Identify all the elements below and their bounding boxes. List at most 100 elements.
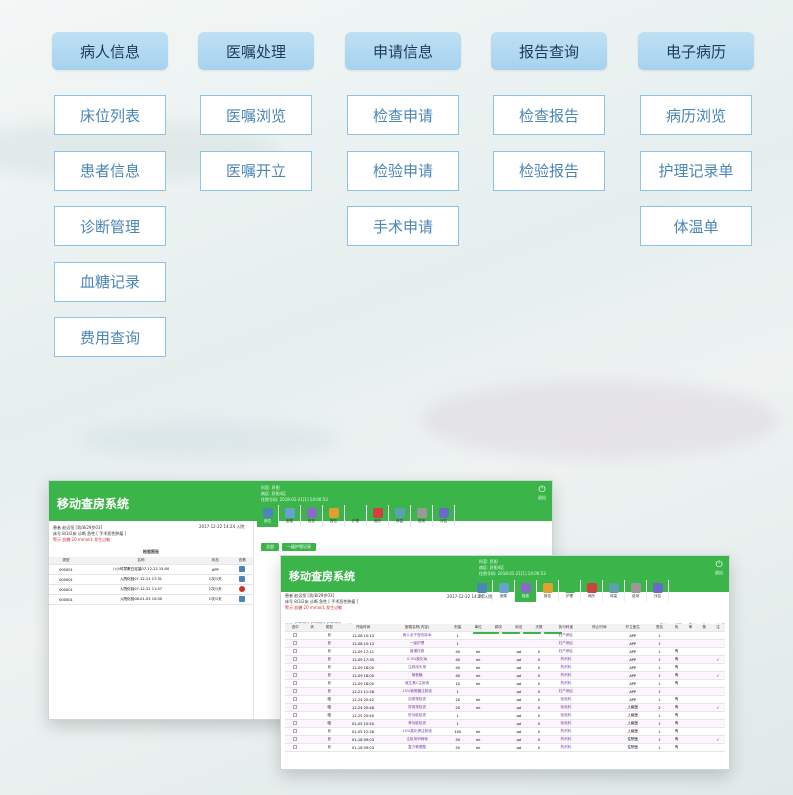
document-view-icon[interactable] bbox=[239, 576, 246, 582]
table-cell: 20 bbox=[447, 695, 468, 704]
row-checkbox[interactable] bbox=[293, 705, 298, 709]
table-cell bbox=[285, 671, 306, 680]
row-checkbox[interactable] bbox=[293, 697, 298, 701]
menu-item[interactable]: 病历浏览 bbox=[640, 95, 752, 135]
row-checkbox[interactable] bbox=[293, 649, 298, 653]
table-row[interactable]: 长 12-08 10:13 一级护理 1 妇产病区 APP 1 bbox=[285, 639, 725, 648]
table-row[interactable]: 临 01-05 10:50 肾功能检查 1 qd 0 检验科 上级医 1 有 bbox=[285, 719, 725, 728]
menu-item[interactable]: 诊断管理 bbox=[54, 206, 166, 246]
menu-item[interactable]: 血糖记录 bbox=[54, 261, 166, 302]
table-cell: 药剂科 bbox=[549, 743, 583, 752]
table-row[interactable]: 000001 八小时尿蛋白定量07-12-22 15:00 APP bbox=[49, 564, 253, 575]
menu-item[interactable]: 检查申请 bbox=[347, 95, 459, 135]
table-row[interactable]: 临 12-24 20:42 血常规检查 20 ml qd 0 检验科 APP 1 有 bbox=[285, 695, 725, 704]
table-row[interactable]: 000001 入院化验07-12-22 11:57 1次/1天 bbox=[49, 584, 253, 595]
table-cell: 10%葡萄糖注射液 bbox=[386, 687, 448, 696]
menu-item[interactable]: 医嘱浏览 bbox=[200, 95, 312, 135]
exit-icon: ⏻ bbox=[715, 560, 723, 570]
table-row[interactable]: 临 12-24 20:48 尿常规检查 20 ml qd 0 检验科 上级医 2 有 ✓ bbox=[285, 703, 725, 712]
table-cell bbox=[582, 671, 617, 680]
table-cell: 长 bbox=[319, 735, 340, 744]
menu-item[interactable]: 护理记录单 bbox=[640, 150, 752, 191]
toolbar-button[interactable]: 床位 bbox=[471, 580, 493, 602]
table-cell: qd bbox=[508, 687, 529, 696]
table-cell bbox=[305, 663, 320, 672]
menu-item[interactable]: 检查报告 bbox=[493, 95, 605, 135]
table-row[interactable]: 长 12-08 10:13 病人全子宫切除术 1 妇产病区 APP 1 bbox=[285, 631, 725, 640]
table-row[interactable]: 长 12-09 18:00 注射用头孢 40 ml qd 0 药剂科 APP 1 有 bbox=[285, 663, 725, 672]
toolbar-button[interactable]: 护理 bbox=[345, 505, 367, 527]
table-row[interactable]: 长 12-21 11:28 10%葡萄糖注射液 1 qd 0 妇产病区 APP 1 bbox=[285, 687, 725, 696]
toolbar-button[interactable]: 检查 bbox=[301, 505, 323, 527]
menu-item[interactable]: 检验报告 bbox=[493, 150, 605, 191]
menu-item[interactable]: 手术申请 bbox=[347, 206, 459, 246]
menu-header-3[interactable]: 报告查询 bbox=[491, 32, 607, 70]
toolbar-button[interactable]: 体温 bbox=[603, 580, 625, 602]
menu-header-1[interactable]: 医嘱处理 bbox=[198, 32, 314, 70]
toolbar-button[interactable]: 检查 bbox=[515, 580, 537, 602]
menu-item[interactable]: 检验申请 bbox=[347, 150, 459, 191]
table-row[interactable]: 长 01-05 12:28 10%氯化钾注射液 100 ml qd 0 药剂科 上级医 1 有 bbox=[285, 727, 725, 736]
table-row[interactable]: 长 12-09 18:00 维生素C注射液 10 ml qd 0 药剂科 APP 1 有 bbox=[285, 679, 725, 688]
header-info: 科室: 肝胆 病区: 肝胆4区 住院号码: 2018-01-21[1] 14:0… bbox=[261, 485, 328, 502]
table-row[interactable]: 000001 入院化验08-01-03 15:00 1次/1天 bbox=[49, 594, 253, 605]
row-checkbox[interactable] bbox=[293, 721, 298, 725]
table-row[interactable]: 长 12-09 17:11 普通饮食 40 ml qd 0 妇产病区 APP 1 有 bbox=[285, 647, 725, 656]
menu-header-0[interactable]: 病人信息 bbox=[52, 32, 168, 70]
menu-item[interactable]: 体温单 bbox=[640, 206, 752, 246]
row-checkbox[interactable] bbox=[293, 681, 298, 685]
table-cell: 000001 bbox=[49, 574, 83, 585]
column-header: 单位 bbox=[467, 624, 489, 632]
screenshot-order-window: 移动查房系统 科室: 肝胆 病区: 肝胆4区 住院号码: 2018-01-21[… bbox=[280, 555, 730, 770]
row-checkbox[interactable] bbox=[293, 689, 298, 693]
toolbar-button[interactable]: 医嘱 bbox=[493, 580, 515, 602]
row-checkbox[interactable] bbox=[293, 633, 298, 637]
table-cell bbox=[683, 639, 698, 648]
table-cell bbox=[582, 639, 617, 648]
table-cell: 0 bbox=[528, 663, 550, 672]
toolbar-button[interactable]: 费用 bbox=[625, 580, 647, 602]
row-checkbox[interactable] bbox=[293, 713, 298, 717]
toolbar-button[interactable]: 床位 bbox=[257, 505, 279, 527]
toolbar-button[interactable]: 评估 bbox=[433, 505, 455, 527]
alert-icon[interactable] bbox=[239, 586, 246, 592]
toolbar-button[interactable]: 报告 bbox=[537, 580, 559, 602]
row-checkbox[interactable] bbox=[293, 673, 298, 677]
menu-item[interactable]: 床位列表 bbox=[54, 95, 166, 135]
menu-item[interactable]: 费用查询 bbox=[54, 317, 166, 357]
row-checkbox[interactable] bbox=[293, 665, 298, 669]
table-cell bbox=[582, 655, 617, 664]
row-checkbox[interactable] bbox=[293, 745, 298, 749]
exit-button[interactable]: ⏻ 退出 bbox=[715, 560, 723, 576]
document-view-icon[interactable] bbox=[239, 596, 246, 602]
sub-button[interactable]: 全部 bbox=[261, 543, 279, 551]
table-cell bbox=[285, 687, 306, 696]
toolbar-button[interactable]: 体温 bbox=[389, 505, 411, 527]
exit-button[interactable]: ⏻ 退出 bbox=[538, 485, 546, 501]
table-row[interactable]: 长 01-18 09:03 注射用甲硝唑 50 ml qd 0 药剂科 住院医 1 有 ✓ bbox=[285, 735, 725, 744]
table-cell: APP bbox=[616, 687, 650, 696]
toolbar-button[interactable]: 护理 bbox=[559, 580, 581, 602]
toolbar-button[interactable]: 报告 bbox=[323, 505, 345, 527]
menu-item[interactable]: 患者信息 bbox=[54, 150, 166, 191]
table-row[interactable]: 临 12-25 20:40 肝功能检查 1 qd 0 检验科 上级医 1 有 bbox=[285, 711, 725, 720]
table-row[interactable]: 000001 入院化验07-12-21 17:31 1次/1天 bbox=[49, 574, 253, 585]
document-view-icon[interactable] bbox=[239, 566, 246, 572]
menu-header-2[interactable]: 申请信息 bbox=[345, 32, 461, 70]
menu-header-4[interactable]: 电子病历 bbox=[638, 32, 754, 70]
menu-item[interactable]: 医嘱开立 bbox=[200, 150, 312, 191]
row-checkbox[interactable] bbox=[293, 737, 298, 741]
row-checkbox[interactable] bbox=[293, 641, 298, 645]
toolbar-button[interactable]: 病历 bbox=[367, 505, 389, 527]
toolbar-button[interactable]: 评估 bbox=[647, 580, 669, 602]
row-checkbox[interactable] bbox=[293, 657, 298, 661]
row-checkbox[interactable] bbox=[293, 729, 298, 733]
table-row[interactable]: 长 12-09 18:05 葡萄糖 40 ml qd 0 药剂科 APP 1 有 ✓ bbox=[285, 671, 725, 680]
toolbar-button[interactable]: 费用 bbox=[411, 505, 433, 527]
table-row[interactable]: 长 01-18 09:03 复方氨基酸 50 ml qd 0 药剂科 住院医 1 有 bbox=[285, 743, 725, 752]
table-cell bbox=[467, 719, 489, 728]
toolbar-button[interactable]: 医嘱 bbox=[279, 505, 301, 527]
toolbar-button[interactable]: 病历 bbox=[581, 580, 603, 602]
sub-button[interactable]: 一级护理记录 bbox=[282, 543, 316, 551]
table-row[interactable]: 长 12-09 17:35 0.9%氯化钠 40 ml qd 0 药剂科 APP 1 有 ✓ bbox=[285, 655, 725, 664]
